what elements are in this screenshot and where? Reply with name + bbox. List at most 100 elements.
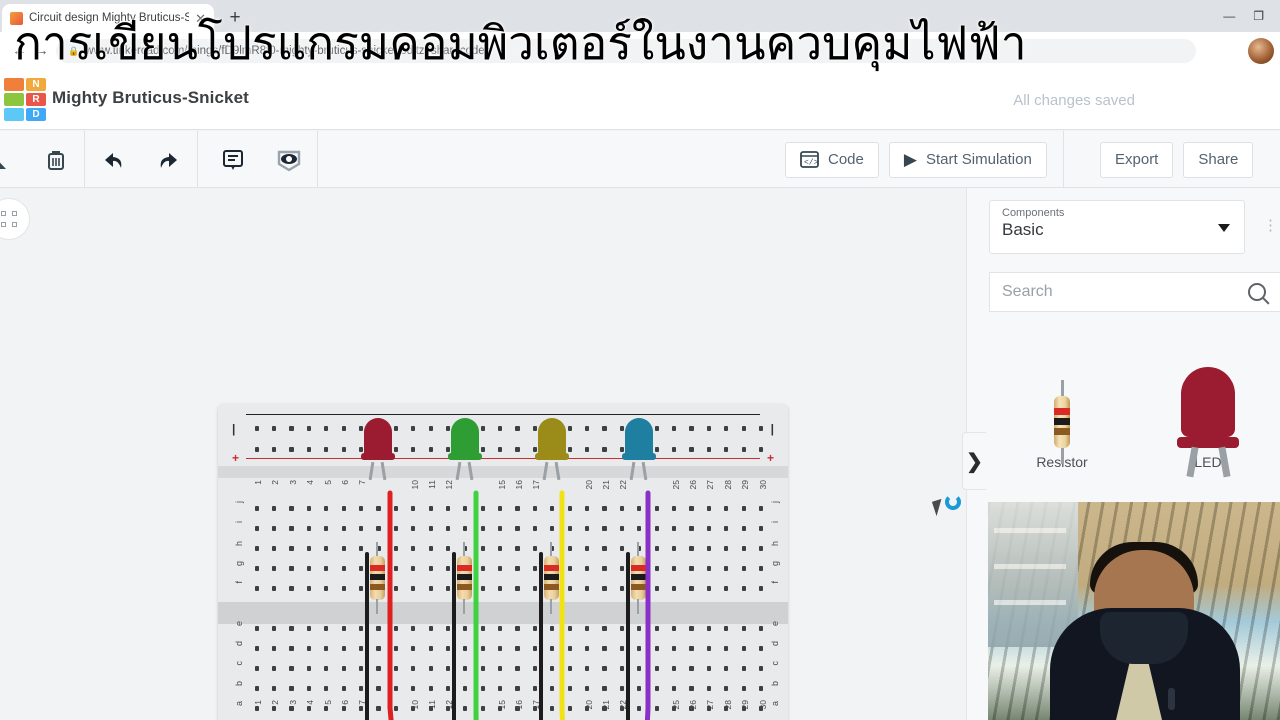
tinkercad-logo-icon[interactable]: N R D [4,78,48,122]
breadboard-hole[interactable] [735,424,752,433]
breadboard-hole[interactable] [491,504,508,513]
breadboard-hole[interactable] [335,664,352,673]
breadboard-hole[interactable] [318,584,335,593]
breadboard-hole[interactable] [283,504,300,513]
resistor[interactable] [456,542,472,614]
breadboard-hole[interactable] [700,564,717,573]
breadboard-hole[interactable] [491,564,508,573]
breadboard-hole[interactable] [474,544,491,553]
breadboard-hole[interactable] [457,664,474,673]
breadboard-hole[interactable] [318,684,335,693]
breadboard-hole[interactable] [352,504,369,513]
breadboard-hole[interactable] [300,584,317,593]
breadboard-hole[interactable] [648,564,665,573]
breadboard-hole[interactable] [265,584,282,593]
breadboard-hole[interactable] [457,684,474,693]
breadboard-hole[interactable] [248,504,265,513]
wire-black[interactable] [625,552,630,720]
hole-row-top-pos[interactable] [248,445,770,454]
breadboard-hole[interactable] [683,504,700,513]
breadboard-hole[interactable] [648,584,665,593]
breadboard-hole[interactable] [370,704,387,713]
search-icon[interactable] [1248,283,1266,301]
breadboard-hole[interactable] [370,504,387,513]
breadboard-hole[interactable] [718,584,735,593]
component-item-led[interactable]: LED [1135,328,1280,478]
breadboard-hole[interactable] [318,504,335,513]
delete-tool-button[interactable] [28,131,84,188]
breadboard-hole[interactable] [509,424,526,433]
breadboard-hole[interactable] [405,664,422,673]
breadboard-hole[interactable] [648,644,665,653]
breadboard-hole[interactable] [631,704,648,713]
breadboard-hole[interactable] [578,584,595,593]
breadboard-hole[interactable] [718,644,735,653]
breadboard-hole[interactable] [265,704,282,713]
breadboard-hole[interactable] [752,524,769,533]
components-category-select[interactable]: Components Basic [989,200,1245,254]
breadboard-hole[interactable] [335,424,352,433]
breadboard-hole[interactable] [648,524,665,533]
breadboard-hole[interactable] [405,424,422,433]
breadboard-hole[interactable] [474,644,491,653]
hole-row-i[interactable] [248,524,770,533]
breadboard-hole[interactable] [387,624,404,633]
breadboard-hole[interactable] [596,624,613,633]
breadboard-hole[interactable] [439,524,456,533]
breadboard-hole[interactable] [248,445,265,454]
breadboard-hole[interactable] [405,584,422,593]
resistor[interactable] [630,542,646,614]
breadboard-hole[interactable] [248,624,265,633]
breadboard-hole[interactable] [683,684,700,693]
breadboard-hole[interactable] [718,624,735,633]
breadboard-hole[interactable] [335,644,352,653]
breadboard-hole[interactable] [631,624,648,633]
breadboard-hole[interactable] [665,624,682,633]
led-yellow[interactable] [534,418,569,481]
breadboard-hole[interactable] [561,584,578,593]
breadboard-hole[interactable] [283,704,300,713]
breadboard-hole[interactable] [718,544,735,553]
breadboard-hole[interactable] [665,564,682,573]
breadboard-hole[interactable] [631,644,648,653]
breadboard-hole[interactable] [544,684,561,693]
breadboard-hole[interactable] [613,524,630,533]
breadboard-hole[interactable] [596,664,613,673]
breadboard-hole[interactable] [300,664,317,673]
breadboard-hole[interactable] [300,424,317,433]
breadboard-hole[interactable] [683,424,700,433]
breadboard-hole[interactable] [735,564,752,573]
breadboard-hole[interactable] [491,684,508,693]
breadboard-hole[interactable] [474,584,491,593]
breadboard-hole[interactable] [561,664,578,673]
breadboard-hole[interactable] [457,624,474,633]
breadboard-hole[interactable] [735,584,752,593]
breadboard-hole[interactable] [578,524,595,533]
breadboard-hole[interactable] [248,704,265,713]
breadboard-hole[interactable] [596,504,613,513]
breadboard-hole[interactable] [509,524,526,533]
breadboard-hole[interactable] [718,424,735,433]
wire-black[interactable] [451,552,456,720]
breadboard-hole[interactable] [665,664,682,673]
breadboard-hole[interactable] [613,504,630,513]
breadboard-hole[interactable] [665,504,682,513]
breadboard-hole[interactable] [265,504,282,513]
breadboard-hole[interactable] [265,644,282,653]
breadboard-hole[interactable] [509,644,526,653]
search-box[interactable] [989,272,1280,312]
breadboard-hole[interactable] [422,445,439,454]
breadboard-hole[interactable] [300,544,317,553]
breadboard-hole[interactable] [700,664,717,673]
breadboard-hole[interactable] [422,424,439,433]
breadboard-hole[interactable] [405,624,422,633]
rotate-tool-button[interactable] [0,131,28,188]
hole-row-b[interactable] [248,684,770,693]
breadboard-hole[interactable] [265,684,282,693]
breadboard-hole[interactable] [683,664,700,673]
breadboard-hole[interactable] [752,624,769,633]
breadboard-hole[interactable] [578,684,595,693]
breadboard-hole[interactable] [474,664,491,673]
breadboard-hole[interactable] [509,664,526,673]
breadboard-hole[interactable] [735,644,752,653]
